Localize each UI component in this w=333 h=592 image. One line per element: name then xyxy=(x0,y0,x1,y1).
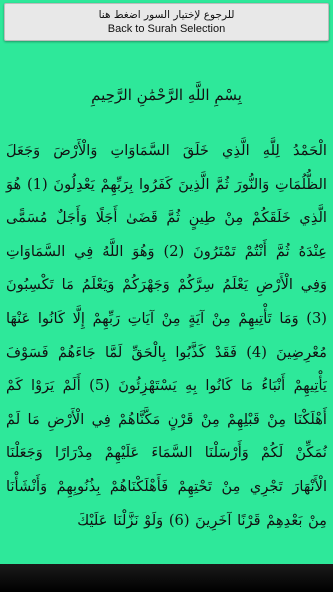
top-bar: للرجوع لإختيار السور اضغط هنا Back to Su… xyxy=(0,0,333,44)
back-button-english-label: Back to Surah Selection xyxy=(107,22,226,35)
back-to-surah-selection-button[interactable]: للرجوع لإختيار السور اضغط هنا Back to Su… xyxy=(4,3,329,41)
surah-reading-pane[interactable]: بِسْمِ اللَّهِ الرَّحْمَٰنِ الرَّحِيمِ ا… xyxy=(0,44,333,564)
bottom-navigation-bar xyxy=(0,564,333,592)
basmala: بِسْمِ اللَّهِ الرَّحْمَٰنِ الرَّحِيمِ xyxy=(91,86,242,104)
back-button-arabic-label: للرجوع لإختيار السور اضغط هنا xyxy=(98,8,235,21)
surah-verses-text: الْحَمْدُ لِلَّهِ الَّذِي خَلَقَ السَّمَ… xyxy=(6,142,327,529)
